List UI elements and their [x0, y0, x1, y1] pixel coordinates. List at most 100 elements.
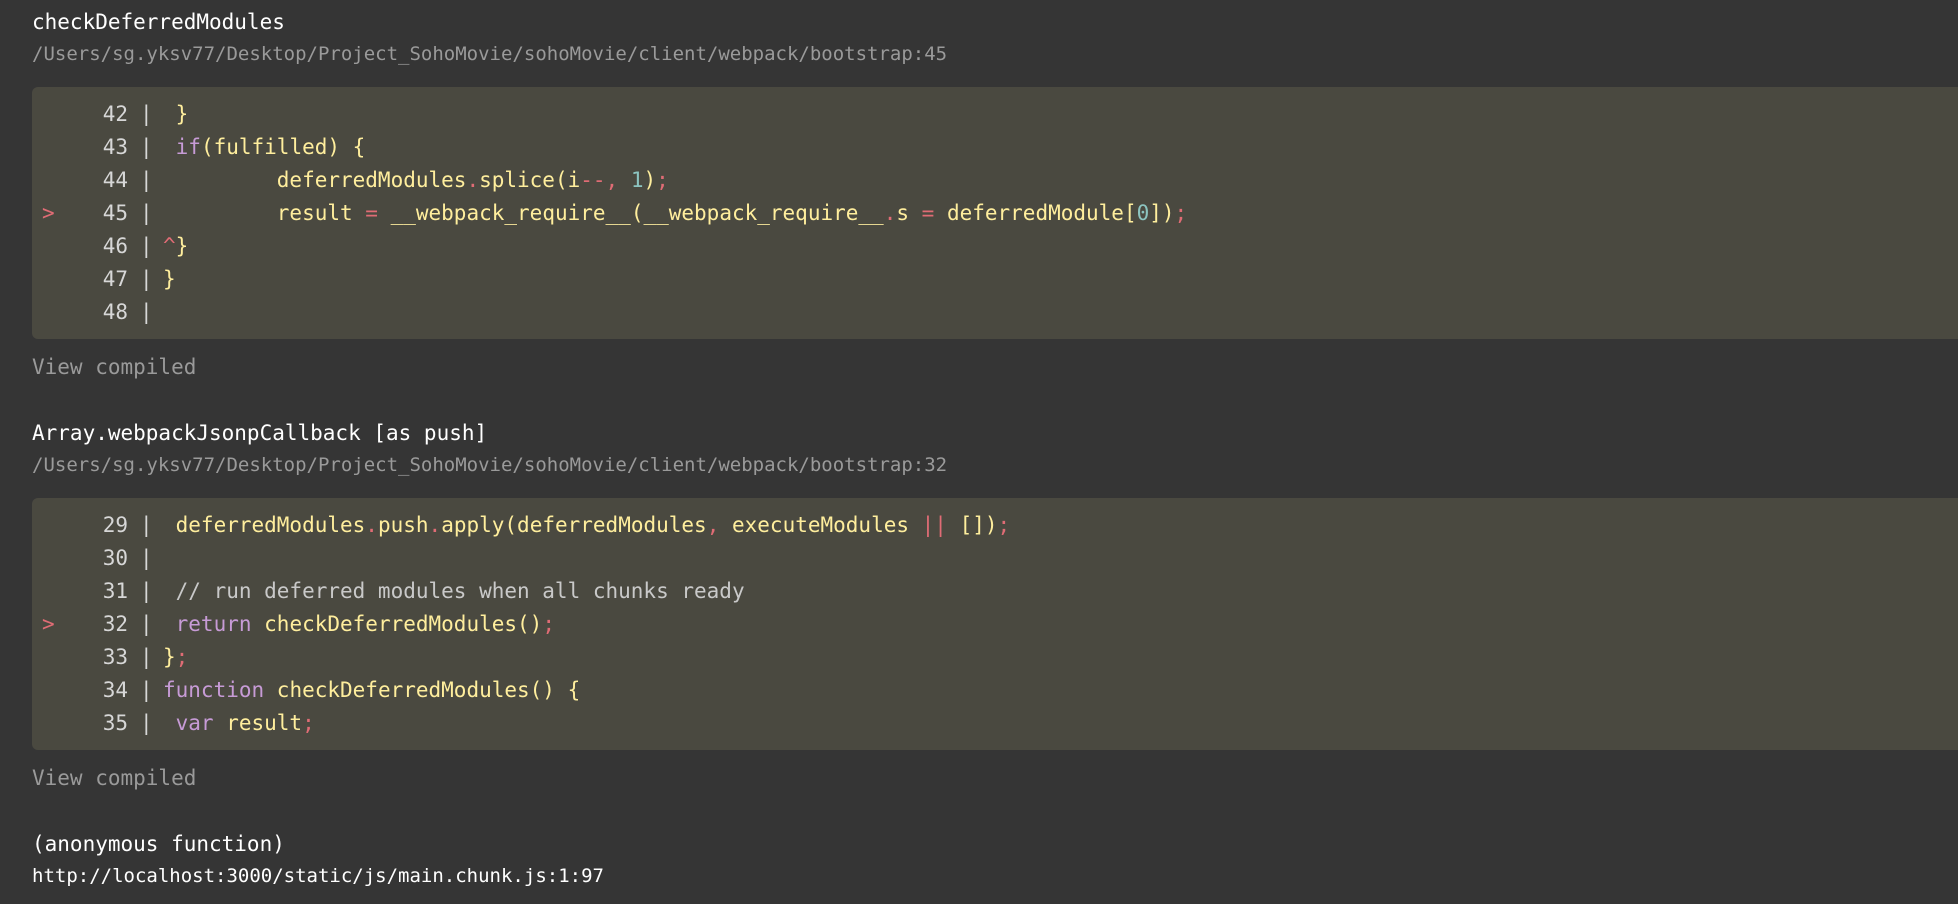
code-line: 44 | deferredModules.splice(i--, 1); — [32, 164, 1958, 197]
code-token: checkDeferredModules() { — [264, 678, 581, 702]
code-token: ^ — [163, 234, 176, 258]
code-token: ; — [997, 513, 1011, 537]
code-text: var result; — [163, 707, 315, 740]
code-text: } — [163, 263, 176, 296]
code-token: . — [428, 513, 442, 537]
code-line-highlighted: >32 | return checkDeferredModules(); — [32, 608, 1958, 641]
code-line: 29 | deferredModules.push.apply(deferredM… — [32, 509, 1958, 542]
code-text: if(fulfilled) { — [163, 131, 366, 164]
frame-function-name: checkDeferredModules — [32, 10, 285, 34]
gutter-separator: | — [140, 168, 153, 192]
gutter-separator: | — [140, 579, 153, 603]
code-token: splice(i — [479, 168, 581, 192]
code-line: 48 | — [32, 296, 1958, 329]
line-number: 42 — [102, 102, 128, 126]
code-token: ]) — [1149, 201, 1175, 225]
code-token: ; — [656, 168, 669, 192]
code-token: ; — [542, 612, 555, 636]
code-token: , — [706, 513, 720, 537]
line-number: 46 — [102, 234, 128, 258]
code-token: ; — [1174, 201, 1188, 225]
code-token: deferredModules — [163, 513, 366, 537]
code-token: result — [213, 711, 303, 735]
code-text: deferredModules.splice(i--, 1); — [163, 164, 669, 197]
code-token: result — [163, 201, 366, 225]
gutter-separator: | — [140, 513, 153, 537]
code-token: return — [163, 612, 252, 636]
code-token: } — [163, 267, 176, 291]
code-text: } — [163, 98, 189, 131]
code-token: = — [921, 201, 935, 225]
code-line: 35 | var result; — [32, 707, 1958, 740]
gutter-separator: | — [140, 102, 153, 126]
code-token: []) — [946, 513, 998, 537]
code-token: s — [896, 201, 922, 225]
code-token: function — [163, 678, 265, 702]
code-token: } — [163, 102, 189, 126]
code-token: checkDeferredModules() — [251, 612, 543, 636]
line-number: 31 — [102, 579, 128, 603]
code-token: } — [163, 645, 176, 669]
gutter-separator: | — [140, 546, 153, 570]
line-number: 43 — [102, 135, 128, 159]
code-token: push — [377, 513, 429, 537]
frame-function-name: (anonymous function) — [32, 832, 285, 856]
line-number: 34 — [102, 678, 128, 702]
line-number: 33 — [102, 645, 128, 669]
code-token: -- — [580, 168, 606, 192]
line-number: 48 — [102, 300, 128, 324]
frame-file-path[interactable]: /Users/sg.yksv77/Desktop/Project_SohoMov… — [32, 42, 947, 66]
code-token: __webpack_require__(__webpack_require__ — [377, 201, 884, 225]
code-token: ; — [302, 711, 315, 735]
code-token: // run deferred modules when all chunks … — [163, 579, 745, 603]
code-snippet: 29 | deferredModules.push.apply(deferredM… — [32, 498, 1958, 750]
code-token: (fulfilled) { — [200, 135, 366, 159]
gutter-separator: | — [140, 234, 153, 258]
code-line: 42 | } — [32, 98, 1958, 131]
code-line: 43 | if(fulfilled) { — [32, 131, 1958, 164]
code-line: 33 |}; — [32, 641, 1958, 674]
code-text: ^} — [163, 230, 188, 263]
code-token: ) — [643, 168, 657, 192]
frame-url[interactable]: http://localhost:3000/static/js/main.chu… — [32, 864, 604, 888]
code-line: 34 | function checkDeferredModules() { — [32, 674, 1958, 707]
code-line: 47 |} — [32, 263, 1958, 296]
line-number: 35 — [102, 711, 128, 735]
code-token: deferredModules — [163, 168, 467, 192]
view-compiled-link[interactable]: View compiled — [32, 354, 196, 380]
code-token: var — [163, 711, 214, 735]
view-compiled-link[interactable]: View compiled — [32, 765, 196, 791]
code-text: deferredModules.push.apply(deferredModul… — [163, 509, 1011, 542]
code-token: ; — [175, 645, 189, 669]
code-token: . — [466, 168, 480, 192]
code-token: , — [605, 168, 619, 192]
gutter-separator: | — [140, 612, 153, 636]
code-text: // run deferred modules when all chunks … — [163, 575, 745, 608]
line-number: 44 — [102, 168, 128, 192]
code-snippet: 42 | } 43 | if(fulfilled) { 44 | deferredModu… — [32, 87, 1958, 339]
code-line: 46 | ^} — [32, 230, 1958, 263]
gutter-separator: | — [140, 135, 153, 159]
frame-file-path[interactable]: /Users/sg.yksv77/Desktop/Project_SohoMov… — [32, 453, 947, 477]
gutter-separator: | — [140, 678, 153, 702]
code-line-highlighted: >45 | result = __webpack_require__(__webp… — [32, 197, 1958, 230]
frame-function-name: Array.webpackJsonpCallback [as push] — [32, 421, 488, 445]
code-text: function checkDeferredModules() { — [163, 674, 580, 707]
code-token: . — [883, 201, 897, 225]
code-text: result = __webpack_require__(__webpack_r… — [163, 197, 1187, 230]
code-token: 0 — [1136, 201, 1150, 225]
gutter-separator: | — [140, 201, 153, 225]
code-token: apply(deferredModules — [441, 513, 707, 537]
gutter-separator: | — [140, 300, 153, 324]
gutter-separator: | — [140, 267, 153, 291]
code-line: 30 | — [32, 542, 1958, 575]
line-number: 45 — [102, 201, 128, 225]
gutter-separator: | — [140, 645, 153, 669]
code-token: . — [365, 513, 378, 537]
code-token: executeModules — [719, 513, 922, 537]
code-line: 31 | // run deferred modules when all chu… — [32, 575, 1958, 608]
line-number: 29 — [102, 513, 128, 537]
code-token: if — [163, 135, 201, 159]
line-number: 32 — [102, 612, 128, 636]
